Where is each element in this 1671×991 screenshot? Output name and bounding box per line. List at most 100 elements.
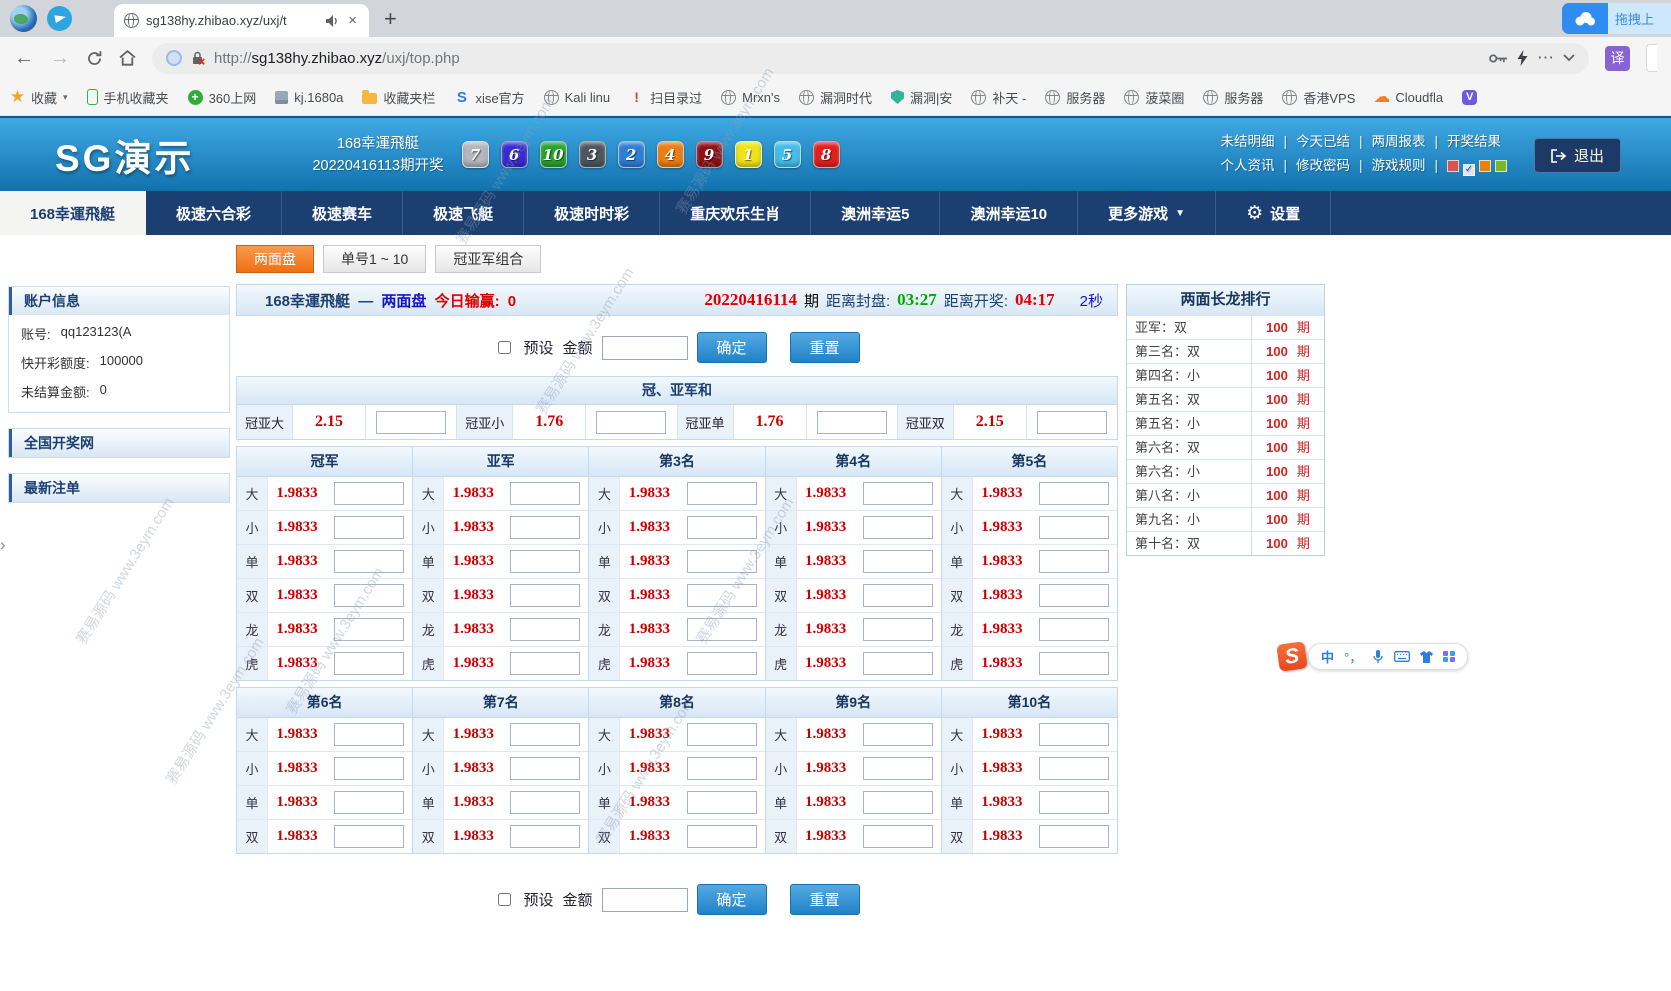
bet-amount-input[interactable]: [334, 550, 404, 573]
bookmark-item[interactable]: Mrxn's: [721, 90, 780, 105]
lightning-icon[interactable]: [1517, 50, 1528, 66]
bet-amount-input[interactable]: [510, 652, 580, 675]
back-icon[interactable]: ←: [14, 48, 34, 68]
sidebar-collapse-arrow[interactable]: ›: [0, 535, 6, 555]
nav-tab-4[interactable]: 极速飞艇: [403, 191, 524, 235]
bet-amount-input[interactable]: [510, 584, 580, 607]
bet-amount-input[interactable]: [687, 618, 757, 641]
bet-amount-input[interactable]: [376, 411, 446, 434]
bet-amount-input[interactable]: [1039, 550, 1109, 573]
header-link[interactable]: 修改密码: [1296, 158, 1350, 173]
nav-tab-6[interactable]: 重庆欢乐生肖: [660, 191, 811, 235]
ime-menu-grid-icon[interactable]: [1443, 651, 1455, 663]
bookmark-item[interactable]: 漏洞时代: [799, 88, 872, 107]
bet-amount-input[interactable]: [1039, 791, 1109, 814]
bet-amount-input[interactable]: [863, 482, 933, 505]
nav-tab-10[interactable]: ⚙设置: [1216, 191, 1331, 235]
header-link[interactable]: 开奖结果: [1447, 134, 1501, 149]
logout-button[interactable]: 退出: [1534, 138, 1621, 173]
bet-amount-input[interactable]: [334, 825, 404, 848]
skin-shirt-icon[interactable]: [1420, 651, 1433, 663]
nav-tab-7[interactable]: 澳洲幸运5: [811, 191, 940, 235]
url-text[interactable]: http://sg138hy.zhibao.xyz/uxj/top.php: [214, 50, 1480, 67]
bet-amount-input[interactable]: [863, 825, 933, 848]
netdisk-icon[interactable]: [1562, 3, 1608, 34]
bookmark-item[interactable]: V: [1462, 90, 1477, 105]
translate-badge[interactable]: 译: [1605, 46, 1630, 71]
theme-green-swatch[interactable]: [1495, 160, 1507, 172]
nav-tab-8[interactable]: 澳洲幸运10: [940, 191, 1078, 235]
bookmark-item[interactable]: +360上网: [188, 88, 257, 107]
nav-tab-1[interactable]: 168幸運飛艇: [0, 191, 146, 235]
bet-amount-input[interactable]: [1039, 482, 1109, 505]
bet-amount-input[interactable]: [510, 550, 580, 573]
nav-tab-5[interactable]: 极速时时彩: [524, 191, 660, 235]
subtab-1[interactable]: 两面盘: [236, 245, 314, 273]
home-icon[interactable]: [119, 50, 136, 66]
bet-amount-input[interactable]: [510, 757, 580, 780]
reset-button[interactable]: 重置: [790, 884, 860, 915]
amount-input[interactable]: [602, 888, 688, 912]
bet-amount-input[interactable]: [334, 618, 404, 641]
reset-button[interactable]: 重置: [790, 332, 860, 363]
tab-close-icon[interactable]: ×: [346, 12, 359, 29]
telegram-icon[interactable]: [47, 6, 72, 31]
amount-input[interactable]: [602, 336, 688, 360]
header-link[interactable]: 今天已结: [1296, 134, 1350, 149]
bet-amount-input[interactable]: [687, 584, 757, 607]
bet-amount-input[interactable]: [334, 652, 404, 675]
reload-icon[interactable]: [86, 50, 103, 67]
bookmark-item[interactable]: 菠菜圈: [1124, 88, 1184, 107]
latest-bets-title[interactable]: 最新注单: [9, 474, 229, 502]
bookmark-item[interactable]: 收藏夹栏: [362, 88, 435, 107]
bookmark-item[interactable]: 香港VPS: [1282, 88, 1355, 107]
header-link[interactable]: 未结明细: [1220, 134, 1274, 149]
preset-checkbox[interactable]: [498, 341, 511, 354]
bookmark-item[interactable]: 漏洞|安: [891, 88, 952, 107]
confirm-button[interactable]: 确定: [697, 884, 767, 915]
bet-amount-input[interactable]: [687, 550, 757, 573]
bet-amount-input[interactable]: [687, 825, 757, 848]
nav-tab-3[interactable]: 极速赛车: [282, 191, 403, 235]
refresh-countdown[interactable]: 2秒: [1080, 290, 1103, 311]
bet-amount-input[interactable]: [687, 482, 757, 505]
password-key-icon[interactable]: [1489, 53, 1508, 64]
bookmark-item[interactable]: !扫目录过: [629, 88, 702, 107]
preset-checkbox[interactable]: [498, 893, 511, 906]
bet-amount-input[interactable]: [863, 584, 933, 607]
nav-tab-2[interactable]: 极速六合彩: [146, 191, 282, 235]
bet-amount-input[interactable]: [817, 411, 887, 434]
audio-icon[interactable]: [326, 15, 339, 27]
bet-amount-input[interactable]: [863, 791, 933, 814]
browser-tab[interactable]: sg138hy.zhibao.xyz/uxj/t ×: [114, 4, 369, 37]
bet-amount-input[interactable]: [1039, 618, 1109, 641]
bookmark-item[interactable]: Sxise官方: [454, 88, 524, 107]
bet-amount-input[interactable]: [1039, 584, 1109, 607]
bookmark-item[interactable]: 服务器: [1203, 88, 1263, 107]
bet-amount-input[interactable]: [1039, 757, 1109, 780]
netdisk-upload-widget[interactable]: 拖拽上: [1562, 3, 1671, 34]
bet-amount-input[interactable]: [334, 723, 404, 746]
bet-amount-input[interactable]: [510, 516, 580, 539]
ime-punctuation-toggle[interactable]: °，: [1344, 647, 1362, 666]
chevron-down-icon[interactable]: [1563, 54, 1575, 62]
header-link[interactable]: 两周报表: [1371, 134, 1425, 149]
national-draw-title[interactable]: 全国开奖网: [9, 429, 229, 457]
bet-amount-input[interactable]: [687, 652, 757, 675]
bet-amount-input[interactable]: [596, 411, 666, 434]
bet-amount-input[interactable]: [510, 618, 580, 641]
bet-amount-input[interactable]: [334, 516, 404, 539]
bookmark-item[interactable]: 服务器: [1045, 88, 1105, 107]
bet-amount-input[interactable]: [334, 584, 404, 607]
bookmark-item[interactable]: ☁Cloudfla: [1374, 90, 1443, 105]
bet-amount-input[interactable]: [334, 791, 404, 814]
bookmark-item[interactable]: Kali linu: [544, 90, 611, 105]
microphone-icon[interactable]: [1372, 650, 1384, 664]
theme-checked-swatch[interactable]: ✓: [1463, 164, 1475, 176]
extension-dot-icon[interactable]: [166, 50, 182, 66]
bet-amount-input[interactable]: [687, 723, 757, 746]
more-options-icon[interactable]: ⋯: [1537, 48, 1554, 68]
bet-amount-input[interactable]: [687, 791, 757, 814]
bet-amount-input[interactable]: [1039, 723, 1109, 746]
header-link[interactable]: 个人资讯: [1220, 158, 1274, 173]
